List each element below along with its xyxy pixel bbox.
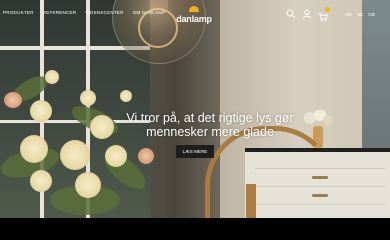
nav-item-videnscenter[interactable]: VIDENSCENTER <box>85 10 123 22</box>
language-switcher: DK SE GB <box>346 12 375 17</box>
brand-logo[interactable]: danlamp <box>172 3 216 29</box>
hero-headline-line1: Vi tror på, at det rigtige lys gør <box>126 111 294 125</box>
language-gb[interactable]: GB <box>368 12 375 17</box>
read-more-button[interactable]: LÆS MERE <box>176 145 214 158</box>
main-nav: PRODUKTER REFERENCER VIDENSCENTER OM DAN… <box>0 10 166 22</box>
header-icons <box>286 7 330 22</box>
nav-item-referencer[interactable]: REFERENCER <box>43 10 77 22</box>
hero-banner <box>0 0 390 218</box>
user-icon[interactable] <box>302 9 312 19</box>
bottom-strip <box>0 218 390 240</box>
language-dk[interactable]: DK <box>346 12 352 17</box>
cart-count-badge <box>325 7 330 12</box>
sun-logo-icon <box>189 6 199 12</box>
nav-item-om-danlamp[interactable]: OM DANLAMP <box>133 10 166 22</box>
window-right <box>362 0 390 160</box>
hero-headline: Vi tror på, at det rigtige lys gør menne… <box>60 111 360 139</box>
nav-item-produkter[interactable]: PRODUKTER <box>3 10 34 22</box>
logo-text: danlamp <box>176 14 212 24</box>
search-icon[interactable] <box>286 9 296 19</box>
flower-bouquet <box>0 60 180 218</box>
faucet-base <box>246 184 256 218</box>
cart-icon <box>318 13 328 22</box>
hero-headline-line2: mennesker mere glade <box>146 125 274 139</box>
cart-button[interactable] <box>318 7 330 22</box>
language-se[interactable]: SE <box>357 12 363 17</box>
